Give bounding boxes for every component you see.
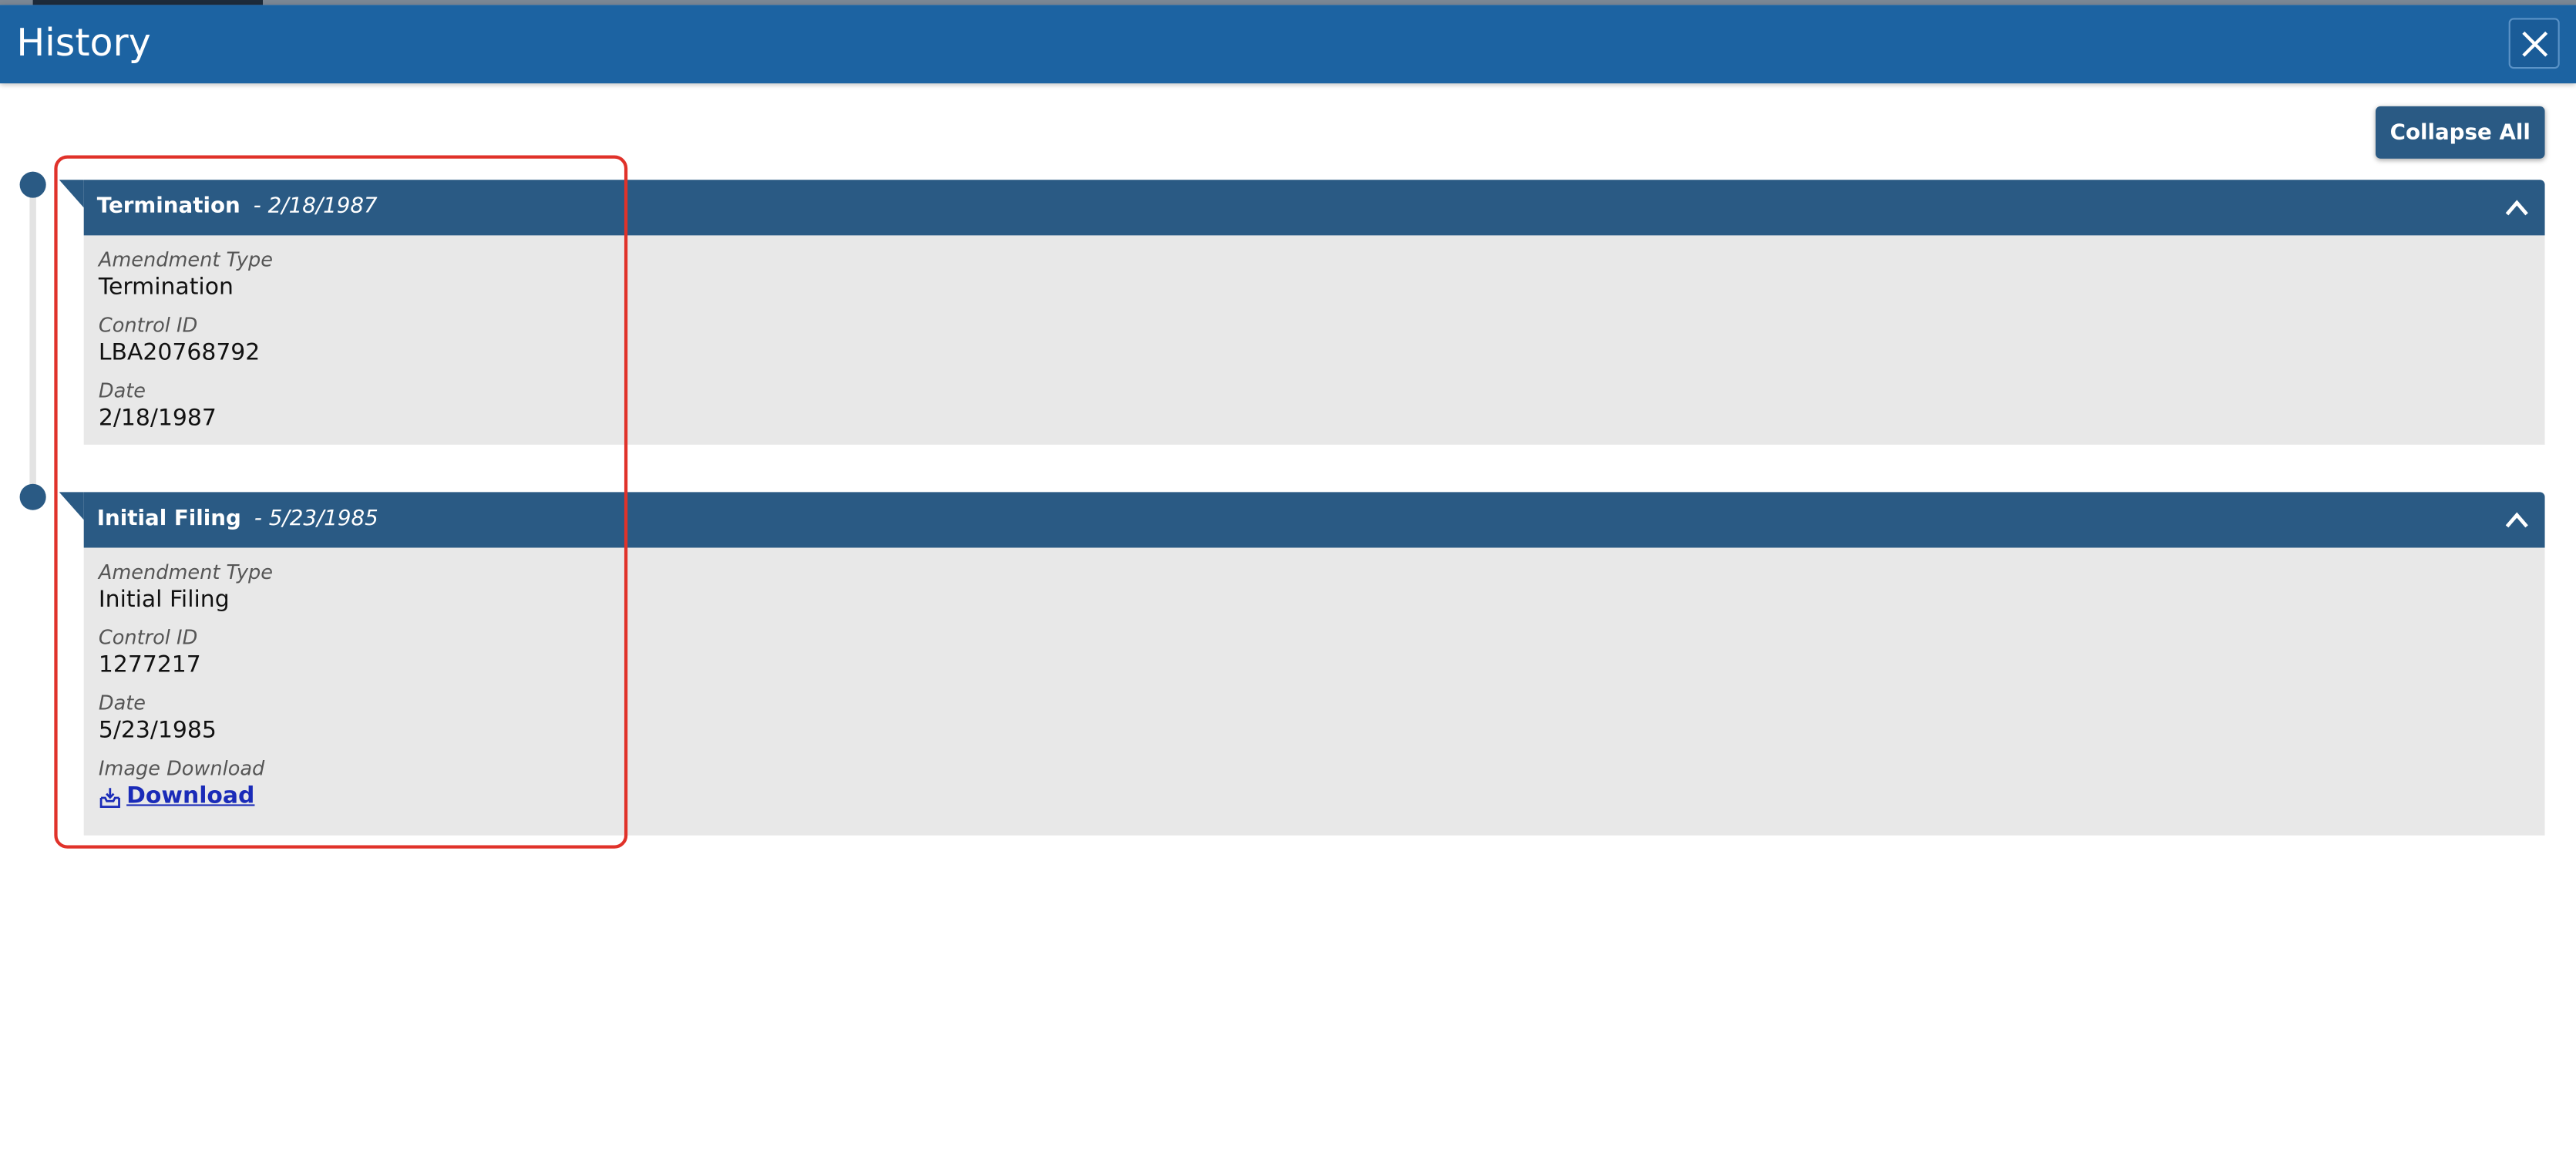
amendment-type-label: Amendment Type [98,248,274,272]
date-value: 2/18/1987 [98,405,217,432]
control-id-value: LBA20768792 [98,340,261,367]
date-label: Date [98,379,146,402]
control-id-label: Control ID [98,626,198,649]
history-modal: History Collapse All Termination - 2/18/1… [0,0,2576,1164]
entry-header[interactable]: Termination - 2/18/1987 [59,180,2545,236]
control-id-value: 1277217 [98,652,201,679]
close-button[interactable] [2508,18,2560,69]
timeline-line [29,183,36,497]
entry-header[interactable]: Initial Filing - 5/23/1985 [59,492,2545,548]
close-icon [2521,30,2547,56]
entry-notch [59,492,84,520]
amendment-type-label: Amendment Type [98,560,274,584]
download-link[interactable]: Download [99,782,255,812]
entry-notch [59,180,84,208]
entry-date: - 5/23/1985 [254,506,378,532]
chevron-up-icon[interactable] [2502,194,2531,220]
entry-title: Termination - 2/18/1987 [97,193,378,220]
download-tray-icon [99,787,120,807]
entry-title-text: Termination [96,194,240,220]
entry-title: Initial Filing - 5/23/1985 [97,505,378,533]
modal-header: History [0,5,2576,84]
modal-title: History [16,22,151,66]
timeline-dot [19,171,46,198]
entry-title-text: Initial Filing [96,506,241,532]
history-entry-termination: Termination - 2/18/1987 Amendment Type Te… [59,180,2545,445]
download-link-label: Download [126,782,255,809]
amendment-type-value: Initial Filing [98,587,230,614]
entry-body: Amendment Type Termination Control ID LB… [83,235,2545,445]
chevron-up-icon[interactable] [2502,506,2531,533]
entry-date: - 2/18/1987 [253,194,378,220]
history-entry-initial-filing: Initial Filing - 5/23/1985 Amendment Type… [59,492,2545,836]
date-value: 5/23/1985 [98,718,217,744]
date-label: Date [98,691,146,715]
image-download-label: Image Download [98,756,265,780]
entry-body: Amendment Type Initial Filing Control ID… [83,547,2545,836]
control-id-label: Control ID [98,314,198,337]
collapse-all-button[interactable]: Collapse All [2376,106,2545,159]
amendment-type-value: Termination [98,274,234,301]
timeline-dot [19,483,46,510]
